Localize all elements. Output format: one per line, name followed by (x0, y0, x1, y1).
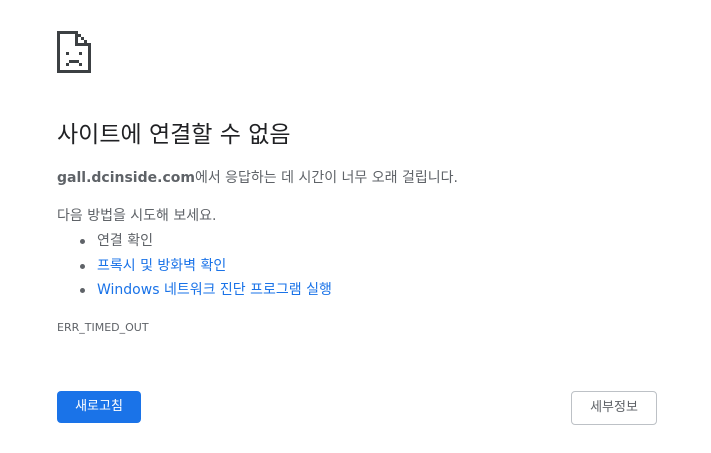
network-diagnostics-link[interactable]: Windows 네트워크 진단 프로그램 실행 (97, 282, 332, 298)
error-summary-text: 에서 응답하는 데 시간이 너무 오래 걸립니다. (194, 170, 458, 186)
sad-document-icon (57, 31, 91, 73)
error-summary: gall.dcinside.com에서 응답하는 데 시간이 너무 오래 걸립니… (57, 167, 458, 189)
suggestions-intro: 다음 방법을 시도해 보세요. (57, 208, 217, 224)
bullet-icon (80, 288, 85, 293)
error-code: ERR_TIMED_OUT (57, 321, 149, 334)
reload-button[interactable]: 새로고침 (57, 391, 141, 423)
details-button[interactable]: 세부정보 (571, 391, 657, 425)
suggestion-network-diagnostics: Windows 네트워크 진단 프로그램 실행 (57, 278, 332, 303)
proxy-firewall-link[interactable]: 프록시 및 방화벽 확인 (97, 258, 226, 274)
suggestions-list: 연결 확인 프록시 및 방화벽 확인 Windows 네트워크 진단 프로그램 … (57, 229, 332, 303)
suggestion-label: 연결 확인 (97, 233, 153, 249)
page-title: 사이트에 연결할 수 없음 (57, 122, 291, 148)
bullet-icon (80, 239, 85, 244)
suggestion-check-proxy-firewall: 프록시 및 방화벽 확인 (57, 254, 332, 279)
host-name: gall.dcinside.com (57, 170, 195, 186)
bullet-icon (80, 263, 85, 269)
suggestion-check-connection: 연결 확인 (57, 229, 332, 254)
